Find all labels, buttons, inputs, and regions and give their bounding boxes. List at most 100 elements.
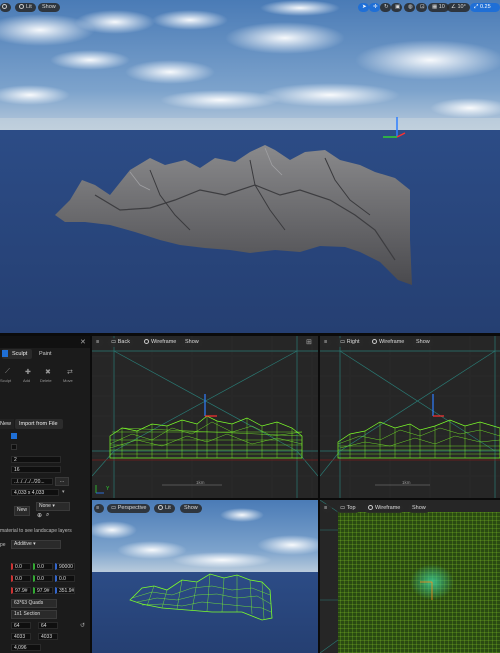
top-show-button[interactable]: Show [408, 504, 430, 513]
overall-res-y[interactable]: 4033 [38, 633, 58, 640]
material-hint: material to see landscape layers [0, 528, 72, 534]
enable-checkbox[interactable] [11, 433, 17, 439]
right-show-button[interactable]: Show [412, 338, 434, 347]
right-scale-label: 1km [402, 480, 411, 485]
browse-button[interactable]: … [55, 477, 69, 486]
import-tab-new[interactable]: New [0, 419, 14, 429]
tool-delete[interactable]: ✖ Delete [40, 368, 58, 386]
select-tool-button[interactable]: ➤ [358, 3, 369, 12]
back-show-button[interactable]: Show [181, 338, 203, 347]
import-tab-file[interactable]: Import from File [15, 419, 63, 429]
top-viewport[interactable]: ≡ ▭ Top Wireframe Show [320, 500, 500, 653]
component-count-x[interactable]: 64 [11, 622, 31, 629]
menu-icon: ≡ [96, 505, 100, 511]
snap-icon: ⊡ [420, 4, 425, 10]
right-viewport[interactable]: ≡ ▭ Right Wireframe Show 1km [320, 336, 500, 498]
location-x[interactable]: 0.0 [11, 563, 31, 570]
top-wireframe-scene [320, 500, 500, 653]
back-maximize-icon[interactable]: ⊞ [306, 338, 312, 346]
lit-button[interactable]: Lit [15, 3, 36, 12]
scale-snap-button[interactable]: ⤢ 0.25 [470, 3, 500, 12]
grid-snap-button[interactable]: ▦ 10 [428, 3, 449, 12]
scale-y[interactable]: 97.9# [33, 587, 53, 594]
rotate-tool-button[interactable]: ↻ [380, 3, 391, 12]
grid-icon: ▦ [432, 4, 438, 10]
translate-tool-button[interactable]: ✛ [369, 3, 380, 12]
viewmode-button[interactable] [0, 3, 11, 12]
back-view-button[interactable]: ▭ Back [107, 338, 134, 347]
move-tool-icon: ⇄ [67, 369, 73, 376]
globe-icon: ◍ [408, 4, 413, 10]
back-wireframe-button[interactable]: Wireframe [140, 338, 181, 347]
rotate-icon: ↻ [384, 4, 389, 10]
perspective-show-button[interactable]: Show [180, 504, 202, 513]
perspective-view-button[interactable]: ▭ Perspective [107, 504, 151, 513]
blend-dropdown[interactable]: Additive ▾ [11, 540, 61, 549]
section-size-field[interactable]: 2 [11, 456, 61, 463]
perspective-viewport[interactable]: ≡ ▭ Perspective Lit Show [92, 500, 318, 653]
world-space-button[interactable]: ◍ [404, 3, 415, 12]
section-dropdown[interactable]: 1x1 Section [11, 610, 57, 619]
quads-dropdown[interactable]: 63*63 Quads [11, 599, 57, 608]
horizontal-splitter[interactable] [92, 498, 500, 500]
component-count-y[interactable]: 64 [38, 622, 58, 629]
rotation-z[interactable]: 0.0 [55, 575, 75, 582]
landscape-panel: ✕ Sculpt Paint ⟋ Sculpt ✚ Add ✖ Delete ⇄… [0, 336, 90, 653]
perspective-lit-button[interactable]: Lit [154, 504, 175, 513]
use-selected-icon[interactable]: ⊕ [37, 512, 42, 519]
back-viewport[interactable]: ≡ ▭ Back Wireframe Show ⊞ 1km Y [92, 336, 318, 498]
back-scale-label: 1km [196, 480, 205, 485]
right-wireframe-scene [320, 336, 500, 498]
menu-icon: ≡ [324, 505, 328, 511]
surface-snap-button[interactable]: ⊡ [416, 3, 427, 12]
top-view-button[interactable]: ▭ Top [336, 504, 360, 513]
top-viewport-options[interactable]: ≡ [322, 504, 332, 513]
perspective-icon [2, 4, 7, 10]
new-layer-button[interactable]: New [14, 506, 30, 516]
scale-x[interactable]: 97.9# [11, 587, 31, 594]
heightmap-path-field[interactable]: ../../../../../20... [11, 478, 53, 485]
resolution-dropdown-icon[interactable]: ▾ [62, 489, 65, 495]
show-button[interactable]: Show [38, 3, 60, 12]
move-icon: ✛ [373, 4, 378, 10]
rotation-y[interactable]: 0.0 [33, 575, 53, 582]
lit-icon [158, 505, 163, 511]
back-viewport-options[interactable]: ≡ [94, 338, 104, 347]
main-viewport-scene [0, 0, 500, 333]
close-icon[interactable]: ✕ [80, 338, 86, 346]
location-y[interactable]: 0.0 [33, 563, 53, 570]
menu-icon: ≡ [324, 339, 328, 345]
menu-icon: ≡ [96, 339, 100, 345]
scale-tool-button[interactable]: ▣ [391, 3, 402, 12]
brush-icon: ⟋ [5, 368, 10, 375]
browse-asset-icon[interactable]: ⌕ [46, 512, 49, 519]
sections-per-component-field[interactable]: 16 [11, 466, 61, 473]
rotation-x[interactable]: 0.0 [11, 575, 31, 582]
back-view-icon: ▭ [111, 339, 117, 345]
rotation-snap-button[interactable]: ∠ 10° [447, 3, 470, 12]
tab-sculpt[interactable]: Sculpt [2, 349, 32, 359]
layer-none-dropdown[interactable]: None ▾ [36, 502, 70, 511]
perspective-viewport-options[interactable]: ≡ [94, 504, 104, 513]
overall-res-x[interactable]: 4033 [11, 633, 31, 640]
wireframe-icon [372, 339, 377, 345]
right-wireframe-button[interactable]: Wireframe [368, 338, 409, 347]
cursor-icon: ➤ [362, 4, 367, 10]
main-viewport[interactable]: Lit Show ➤ ✛ ↻ ▣ ◍ ⊡ ▦ 10 ∠ 10° ⤢ 0.25 [0, 0, 500, 333]
tool-add[interactable]: ✚ Add [20, 368, 36, 386]
tool-move[interactable]: ⇄ Move [62, 368, 80, 386]
top-wireframe-button[interactable]: Wireframe [364, 504, 405, 513]
vertical-splitter[interactable] [318, 336, 320, 653]
resolution-field[interactable]: 4,033 x 4,033 [11, 489, 59, 496]
tab-paint[interactable]: Paint [35, 349, 60, 359]
scale-icon: ▣ [395, 4, 401, 10]
tool-sculpt[interactable]: ⟋ Sculpt [0, 368, 16, 386]
location-z[interactable]: 90000 [55, 563, 75, 570]
panel-header: ✕ [0, 336, 90, 348]
back-axis-y-label: Y [106, 486, 110, 492]
reset-icon-1[interactable]: ↺ [80, 622, 85, 629]
right-viewport-options[interactable]: ≡ [322, 338, 332, 347]
right-view-button[interactable]: ▭ Right [336, 338, 364, 347]
flip-checkbox[interactable] [11, 444, 17, 450]
scale-z[interactable]: 351.9# [55, 587, 75, 594]
